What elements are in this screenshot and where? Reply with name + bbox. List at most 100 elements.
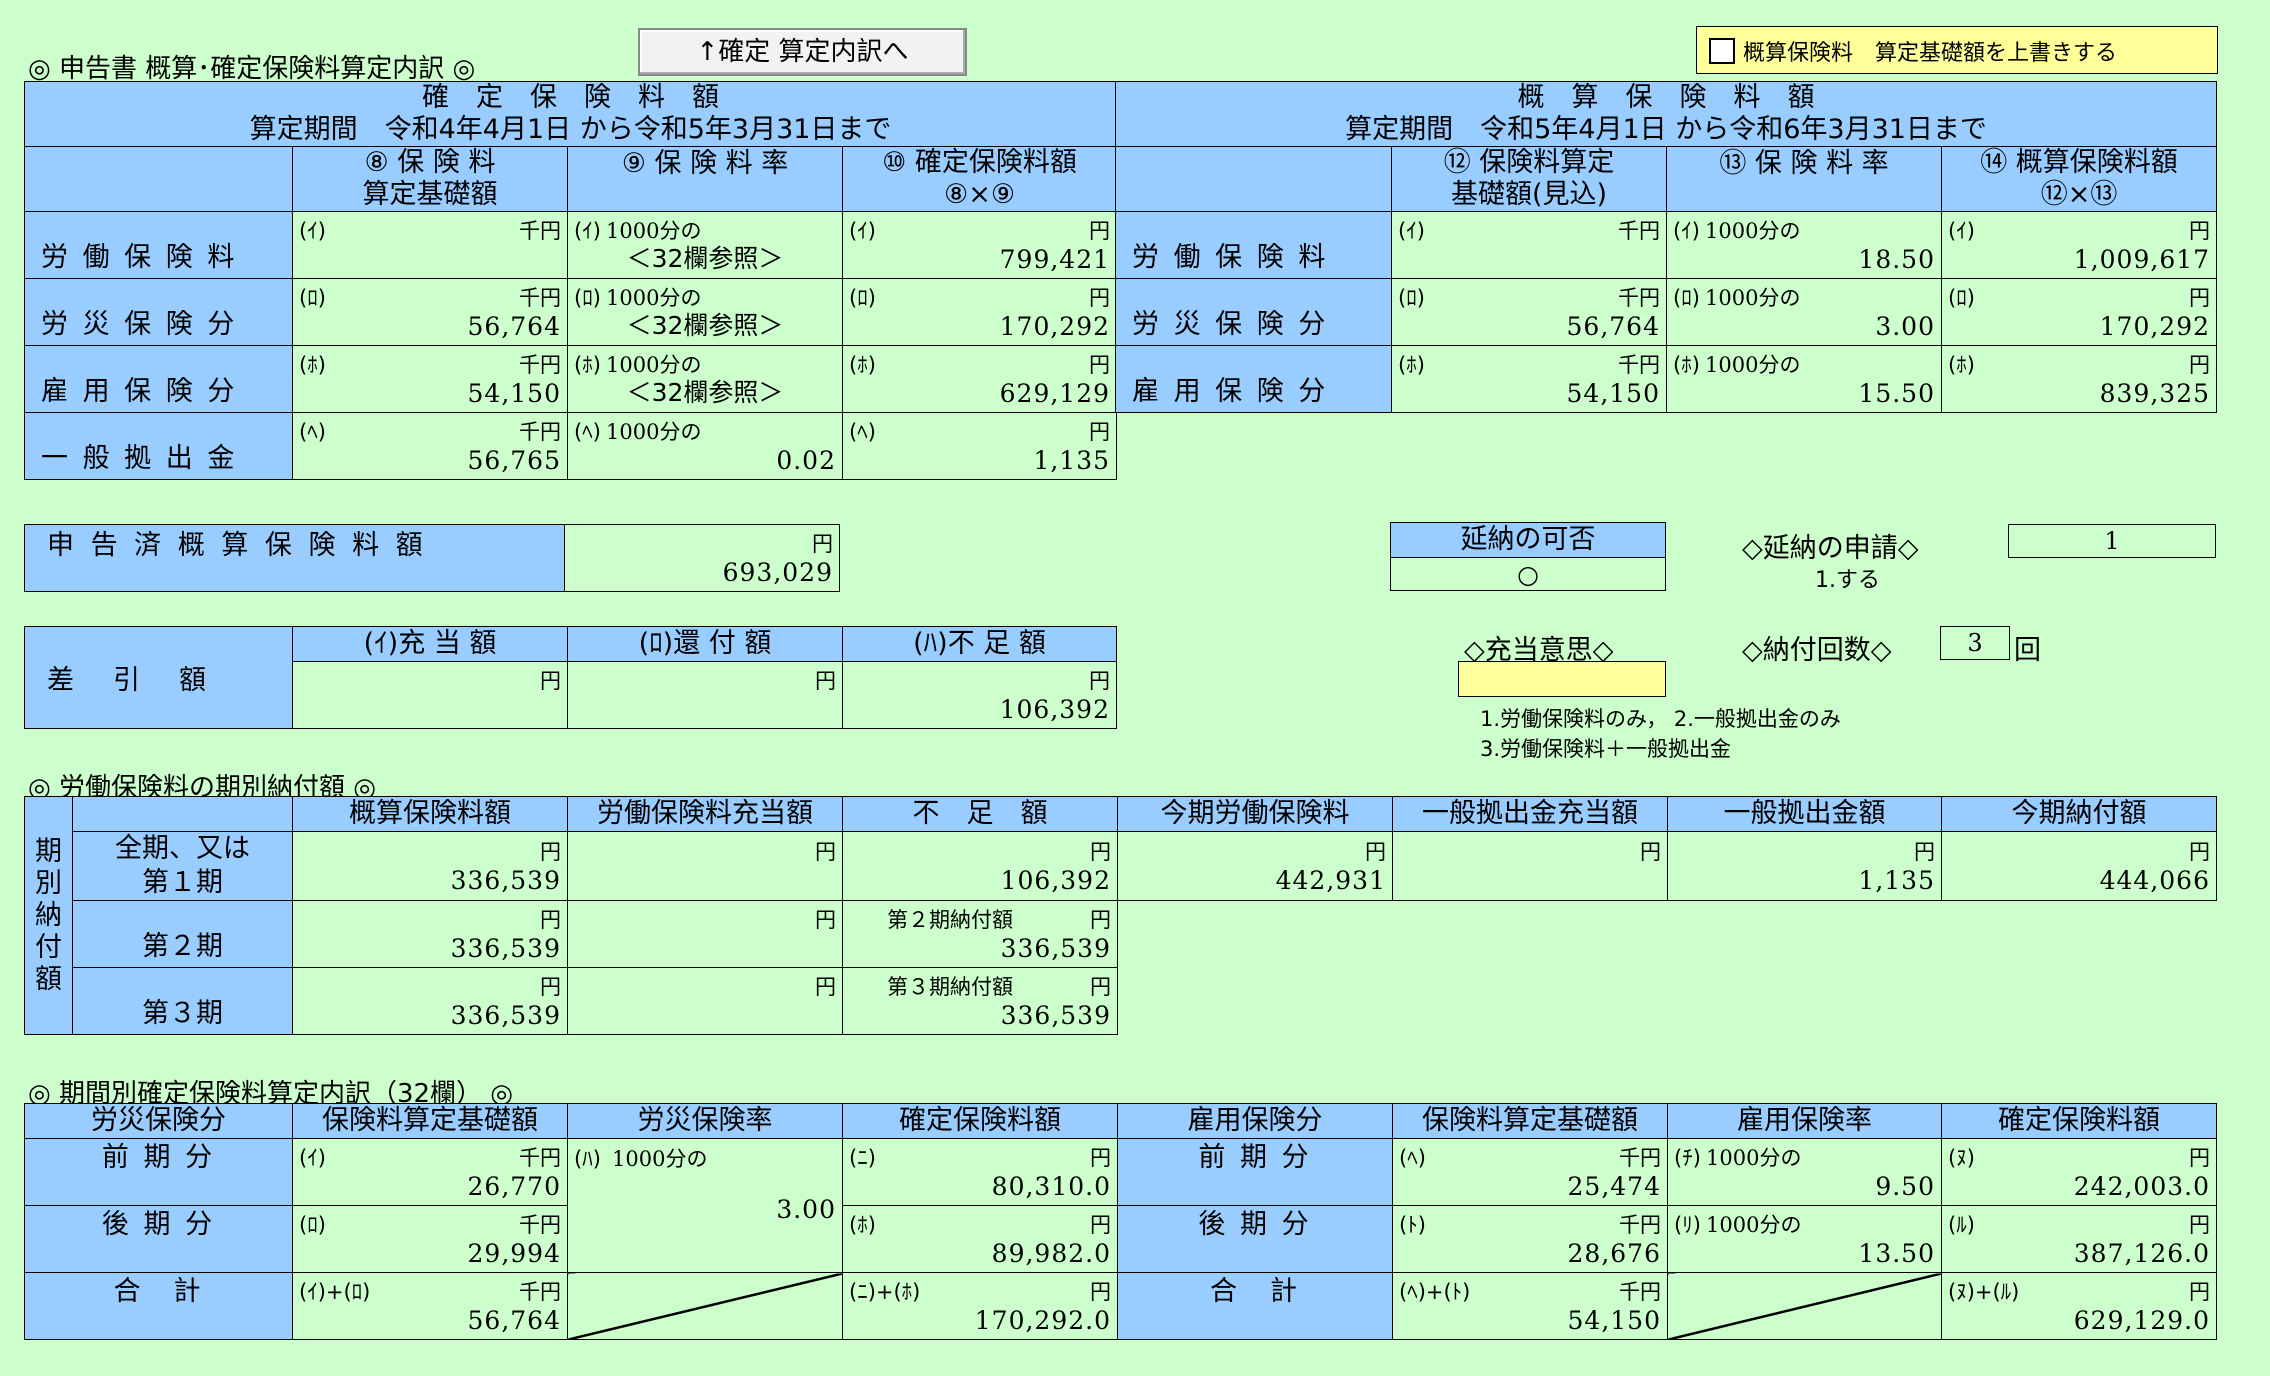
kanpu-value-cell[interactable]: 円 bbox=[569, 663, 842, 728]
col13-header: ⑬ 保 険 料 率 bbox=[1666, 146, 1942, 212]
gaisan-row-roudou: 労 働 保 険 料 (ｲ) 千円 (ｲ) 1000分の 18.50 (ｲ) 円 1,009… bbox=[1115, 211, 2218, 279]
kikanbetsu-header: 労災保険分 bbox=[24, 1103, 293, 1139]
kibetsu-row-label: 第２期 bbox=[72, 900, 293, 968]
gaisan-period: 算定期間 令和5年4月1日 から令和6年3月31日まで bbox=[1345, 114, 1987, 145]
kikanbetsu-header: 雇用保険分 bbox=[1117, 1103, 1393, 1139]
shinkoku-label: 申 告 済 概 算 保 険 料 額 bbox=[24, 524, 565, 592]
rate-cell[interactable]: (ﾎ) 1000分の 15.50 bbox=[1668, 347, 1941, 412]
value-cell[interactable]: 円 bbox=[569, 969, 842, 1034]
col10-header-1: ⑩ 確定保険料額 bbox=[882, 147, 1077, 179]
kakutei-row-koyou: 雇 用 保 険 分 (ﾎ) 千円 54,150 (ﾎ) 1000分の ＜32欄参照＞ (… bbox=[24, 345, 1118, 413]
value-cell[interactable]: (ﾙ) 円 387,126.0 bbox=[1943, 1207, 2216, 1272]
kibetsu-header: 不 足 額 bbox=[842, 796, 1118, 832]
value-cell[interactable]: 円 bbox=[569, 902, 842, 967]
diagonal-empty-cell bbox=[567, 1272, 843, 1340]
value-cell[interactable]: 円 106,392 bbox=[844, 833, 1117, 899]
kibetsu-side-label: 期別納付額 bbox=[24, 796, 73, 1035]
sashihiki-label: 差 引 額 bbox=[24, 626, 293, 729]
value-cell[interactable]: (ﾎ) 円 89,982.0 bbox=[844, 1207, 1117, 1272]
rousai-rate-cell[interactable]: (ﾊ) 1000分の 3.00 bbox=[567, 1138, 843, 1273]
kibetsu-header: 今期労働保険料 bbox=[1117, 796, 1393, 832]
value-cell[interactable]: (ﾍ) 千円 56,765 bbox=[294, 414, 567, 479]
value-cell[interactable]: (ｲ) 千円 bbox=[294, 213, 567, 278]
sashihiki-table: 差 引 額 (ｲ)充 当 額 (ﾛ)還 付 額 (ﾊ)不 足 額 円 円 円 10… bbox=[24, 626, 1117, 729]
juutou-ishi-input[interactable] bbox=[1458, 661, 1666, 697]
override-checkbox[interactable] bbox=[1709, 38, 1735, 64]
shinkoku-table: 申 告 済 概 算 保 険 料 額 円 693,029 bbox=[24, 524, 840, 592]
value-cell[interactable]: (ｲ) 円 799,421 bbox=[844, 213, 1116, 278]
value-cell[interactable]: (ﾎ) 円 839,325 bbox=[1943, 347, 2216, 412]
value-cell[interactable]: (ﾆ) 円 80,310.0 bbox=[844, 1140, 1117, 1205]
rate-cell[interactable]: (ｲ) 1000分の 18.50 bbox=[1668, 213, 1941, 278]
value-cell[interactable]: (ﾎ) 千円 54,150 bbox=[294, 347, 567, 412]
kikanbetsu-row-label: 合 計 bbox=[24, 1272, 293, 1340]
value-cell[interactable]: (ﾛ) 円 170,292 bbox=[844, 280, 1116, 345]
ennou-shinsei-input[interactable]: 1 bbox=[2008, 524, 2216, 558]
kakutei-period: 算定期間 令和4年4月1日 から令和5年3月31日まで bbox=[249, 114, 892, 145]
kakutei-row-rousai: 労 災 保 険 分 (ﾛ) 千円 56,764 (ﾛ) 1000分の ＜32欄参照＞ (… bbox=[24, 278, 1118, 346]
row-label: 雇 用 保 険 分 bbox=[24, 345, 293, 413]
value-cell[interactable]: (ﾛ) 千円 56,764 bbox=[294, 280, 567, 345]
rate-cell[interactable]: (ﾍ) 1000分の 0.02 bbox=[569, 414, 842, 479]
value-cell[interactable]: 円 336,539 bbox=[294, 833, 567, 899]
value-cell[interactable]: 円 336,539 bbox=[294, 902, 567, 967]
override-checkbox-area[interactable]: 概算保険料 算定基礎額を上書きする bbox=[1696, 26, 2218, 74]
value-cell[interactable]: (ﾆ)+(ﾎ) 円 170,292.0 bbox=[844, 1274, 1117, 1339]
value-cell[interactable]: 円 bbox=[569, 833, 842, 899]
rate-cell[interactable]: (ﾛ) 1000分の ＜32欄参照＞ bbox=[569, 280, 842, 345]
juutou-value-cell[interactable]: 円 bbox=[294, 663, 567, 728]
rate-cell[interactable]: (ﾘ) 1000分の 13.50 bbox=[1669, 1207, 1941, 1272]
jump-to-kakutei-button[interactable]: ↑確定 算定内訳へ bbox=[638, 28, 967, 76]
rate-cell[interactable]: (ﾁ) 1000分の 9.50 bbox=[1669, 1140, 1941, 1205]
value-cell[interactable]: 第２期納付額円 336,539 bbox=[844, 902, 1117, 967]
value-cell[interactable]: (ﾎ) 円 629,129 bbox=[844, 347, 1116, 412]
ennou-kahi-value[interactable]: ○ bbox=[1390, 557, 1666, 591]
gaisan-title: 概 算 保 険 料 額 bbox=[1517, 82, 1815, 114]
col14-header-2: ⑫×⑬ bbox=[2040, 179, 2118, 210]
row-label: 一 般 拠 出 金 bbox=[24, 412, 293, 480]
value-cell[interactable]: (ﾛ) 円 170,292 bbox=[1943, 280, 2216, 345]
kikanbetsu-header: 保険料算定基礎額 bbox=[292, 1103, 568, 1139]
kikanbetsu-row-kouki: 後 期 分 (ﾛ) 千円 29,994 (ﾎ) 円 89,982.0 後 期 分 (ﾄ)… bbox=[24, 1205, 2217, 1273]
kanpu-header: (ﾛ)還 付 額 bbox=[567, 626, 843, 662]
value-cell[interactable]: 円 336,539 bbox=[294, 969, 567, 1034]
rate-cell[interactable]: (ｲ) 1000分の ＜32欄参照＞ bbox=[569, 213, 842, 278]
value-cell[interactable]: (ﾎ) 千円 54,150 bbox=[1393, 347, 1666, 412]
value-cell[interactable]: (ﾇ) 円 242,003.0 bbox=[1943, 1140, 2216, 1205]
juutou-header: (ｲ)充 当 額 bbox=[292, 626, 568, 662]
kakutei-row-ippan: 一 般 拠 出 金 (ﾍ) 千円 56,765 (ﾍ) 1000分の 0.02 (ﾍ) 円… bbox=[24, 412, 1118, 480]
noufu-kaisuu-label: ◇納付回数◇ bbox=[1742, 635, 1892, 666]
noufu-kaisuu-input[interactable]: 3 bbox=[1940, 626, 2010, 660]
ennou-shinsei-label: ◇延納の申請◇ bbox=[1742, 533, 1919, 564]
kikanbetsu-row-label: 合 計 bbox=[1117, 1272, 1393, 1340]
value-cell[interactable]: (ﾄ) 千円 28,676 bbox=[1394, 1207, 1667, 1272]
kibetsu-row-label: 全期、又は bbox=[115, 833, 250, 864]
kakutei-row-roudou: 労 働 保 険 料 (ｲ) 千円 (ｲ) 1000分の ＜32欄参照＞ (ｲ) 円 799… bbox=[24, 211, 1118, 279]
rate-cell[interactable]: (ﾛ) 1000分の 3.00 bbox=[1668, 280, 1941, 345]
kibetsu-header: 一般拠出金充当額 bbox=[1392, 796, 1668, 832]
gaisan-row-koyou: 雇 用 保 険 分 (ﾎ) 千円 54,150 (ﾎ) 1000分の 15.50 (ﾎ)… bbox=[1115, 345, 2218, 413]
value-cell[interactable]: 第３期納付額円 336,539 bbox=[844, 969, 1117, 1034]
value-cell[interactable]: 円 bbox=[1394, 833, 1667, 899]
value-cell[interactable]: (ｲ) 円 1,009,617 bbox=[1943, 213, 2216, 278]
value-cell[interactable]: (ｲ) 千円 26,770 bbox=[294, 1140, 567, 1205]
value-cell[interactable]: (ﾍ)+(ﾄ) 千円 54,150 bbox=[1394, 1274, 1667, 1339]
value-cell[interactable]: (ﾛ) 千円 56,764 bbox=[1393, 280, 1666, 345]
value-cell[interactable]: (ｲ)+(ﾛ) 千円 56,764 bbox=[294, 1274, 567, 1339]
value-cell[interactable]: (ﾇ)+(ﾙ) 円 629,129.0 bbox=[1943, 1274, 2216, 1339]
value-cell[interactable]: 円 1,135 bbox=[1669, 833, 1941, 899]
value-cell[interactable]: (ﾍ) 千円 25,474 bbox=[1394, 1140, 1667, 1205]
shinkoku-value-cell[interactable]: 円 693,029 bbox=[566, 526, 839, 591]
value-cell[interactable]: (ﾍ) 円 1,135 bbox=[844, 414, 1116, 479]
gaisan-row-rousai: 労 災 保 険 分 (ﾛ) 千円 56,764 (ﾛ) 1000分の 3.00 (ﾛ) 円… bbox=[1115, 278, 2218, 346]
fusoku-value-cell[interactable]: 円 106,392 bbox=[844, 663, 1116, 728]
value-cell[interactable]: 円 444,066 bbox=[1943, 833, 2216, 899]
rate-cell[interactable]: (ﾎ) 1000分の ＜32欄参照＞ bbox=[569, 347, 842, 412]
kibetsu-header: 一般拠出金額 bbox=[1667, 796, 1942, 832]
value-cell[interactable]: (ﾛ) 千円 29,994 bbox=[294, 1207, 567, 1272]
juutou-note-1: 1.労働保険料のみ， 2.一般拠出金のみ bbox=[1480, 707, 1841, 731]
value-cell[interactable]: (ｲ) 千円 bbox=[1393, 213, 1666, 278]
noufu-kaisuu-unit: 回 bbox=[2014, 635, 2041, 666]
value-cell[interactable]: 円 442,931 bbox=[1119, 833, 1392, 899]
kikanbetsu-header: 雇用保険率 bbox=[1667, 1103, 1942, 1139]
